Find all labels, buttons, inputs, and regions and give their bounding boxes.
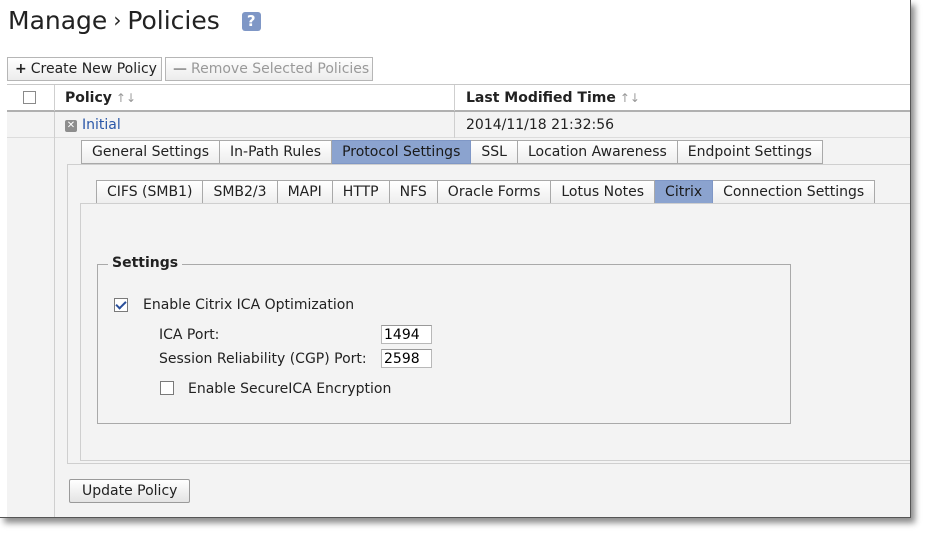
- plus-icon: +: [15, 61, 27, 77]
- tab-mapi[interactable]: MAPI: [277, 180, 333, 204]
- remove-policies-label: Remove Selected Policies: [191, 61, 370, 77]
- remove-policies-button[interactable]: — Remove Selected Policies: [165, 57, 373, 81]
- cgp-port-label: Session Reliability (CGP) Port:: [159, 351, 367, 367]
- column-header-policy[interactable]: Policy ↑↓: [65, 85, 136, 111]
- protocol-settings-panel: CIFS (SMB1) SMB2/3 MAPI HTTP NFS Oracle …: [67, 164, 910, 464]
- tab-lotus-notes[interactable]: Lotus Notes: [551, 180, 656, 204]
- secure-ica-checkbox[interactable]: [160, 381, 174, 395]
- sort-icon[interactable]: ↑↓: [116, 91, 136, 105]
- column-divider: [454, 112, 455, 138]
- column-divider: [54, 85, 55, 111]
- collapse-icon[interactable]: ✕: [65, 120, 77, 132]
- app-window: Manage › Policies ? + Create New Policy — Re…: [0, 0, 911, 518]
- enable-ica-label: Enable Citrix ICA Optimization: [143, 297, 355, 313]
- tab-citrix[interactable]: Citrix: [655, 180, 714, 204]
- settings-group: Settings Enable Citrix ICA Optimization …: [97, 255, 791, 424]
- table-row[interactable]: ✕ Initial 2014/11/18 21:32:56: [7, 112, 910, 138]
- select-all-checkbox[interactable]: [23, 91, 36, 104]
- table-header: Policy ↑↓ Last Modified Time ↑↓: [7, 84, 910, 112]
- help-icon[interactable]: ?: [241, 12, 261, 31]
- tab-smb23[interactable]: SMB2/3: [203, 180, 278, 204]
- column-header-modified-label: Last Modified Time: [466, 90, 616, 106]
- create-policy-label: Create New Policy: [30, 61, 157, 77]
- tab-general-settings[interactable]: General Settings: [81, 140, 221, 164]
- column-header-policy-label: Policy: [65, 90, 112, 106]
- tab-endpoint-settings[interactable]: Endpoint Settings: [677, 140, 823, 164]
- tab-cifs[interactable]: CIFS (SMB1): [96, 180, 204, 204]
- main-tabs: General Settings In-Path Rules Protocol …: [81, 140, 823, 164]
- minus-icon: —: [173, 61, 187, 77]
- modified-time-cell: 2014/11/18 21:32:56: [466, 117, 615, 133]
- page-title: Manage › Policies ?: [8, 6, 261, 35]
- column-divider: [54, 138, 55, 517]
- breadcrumb-page: Policies: [127, 6, 220, 35]
- column-header-modified[interactable]: Last Modified Time ↑↓: [466, 85, 640, 111]
- settings-legend: Settings: [108, 255, 183, 271]
- update-policy-button[interactable]: Update Policy: [69, 479, 191, 503]
- policy-name-cell[interactable]: ✕ Initial: [65, 112, 121, 138]
- secure-ica-label: Enable SecureICA Encryption: [188, 381, 392, 397]
- create-policy-button[interactable]: + Create New Policy: [7, 57, 162, 81]
- tab-connection-settings[interactable]: Connection Settings: [713, 180, 876, 204]
- policy-detail: General Settings In-Path Rules Protocol …: [7, 138, 910, 517]
- cgp-port-input[interactable]: [381, 349, 432, 368]
- protocol-tabs: CIFS (SMB1) SMB2/3 MAPI HTTP NFS Oracle …: [96, 180, 876, 204]
- sort-icon[interactable]: ↑↓: [620, 91, 640, 105]
- tab-oracle-forms[interactable]: Oracle Forms: [437, 180, 552, 204]
- tab-location-awareness[interactable]: Location Awareness: [517, 140, 678, 164]
- breadcrumb-separator: ›: [113, 8, 122, 32]
- ica-port-label: ICA Port:: [159, 327, 220, 343]
- tab-ssl[interactable]: SSL: [471, 140, 518, 164]
- tab-protocol-settings[interactable]: Protocol Settings: [332, 140, 472, 164]
- column-divider: [454, 85, 455, 111]
- breadcrumb-section: Manage: [8, 6, 108, 35]
- enable-ica-checkbox[interactable]: [114, 298, 128, 312]
- citrix-panel: Settings Enable Citrix ICA Optimization …: [80, 203, 910, 461]
- policy-name-link[interactable]: Initial: [82, 117, 121, 133]
- tab-http[interactable]: HTTP: [332, 180, 390, 204]
- tab-in-path-rules[interactable]: In-Path Rules: [220, 140, 333, 164]
- ica-port-input[interactable]: [381, 325, 432, 344]
- column-divider: [54, 112, 55, 138]
- tab-nfs[interactable]: NFS: [389, 180, 438, 204]
